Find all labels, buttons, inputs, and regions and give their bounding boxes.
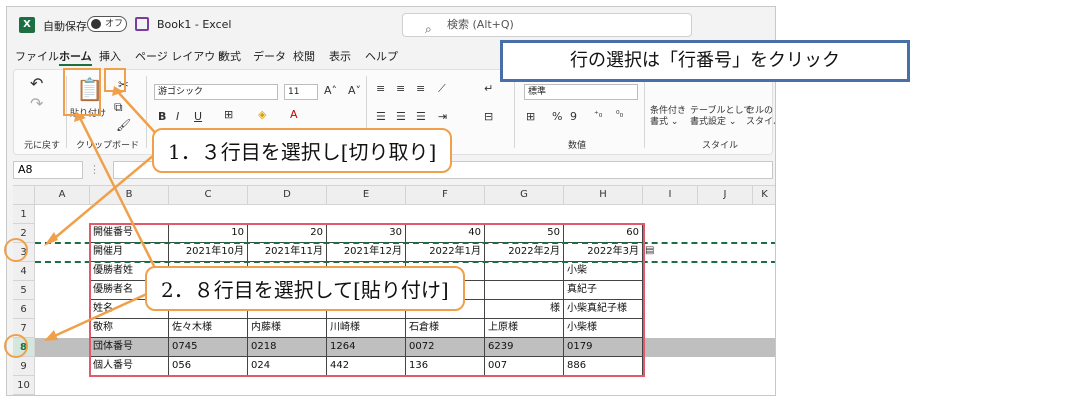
- arrowhead: [44, 232, 58, 246]
- arrowhead: [112, 86, 124, 96]
- arrowhead: [44, 330, 58, 341]
- info-box: 行の選択は「行番号」をクリック: [500, 40, 910, 82]
- arrow-step1-to-row3: [49, 149, 161, 243]
- callout-step1: 1．３行目を選択し[切り取り]: [152, 128, 453, 173]
- callout-step2: 2．８行目を選択して[貼り付け]: [145, 266, 465, 311]
- arrow-step2-to-row8: [49, 286, 161, 340]
- arrow-step2-to-paste: [78, 117, 162, 279]
